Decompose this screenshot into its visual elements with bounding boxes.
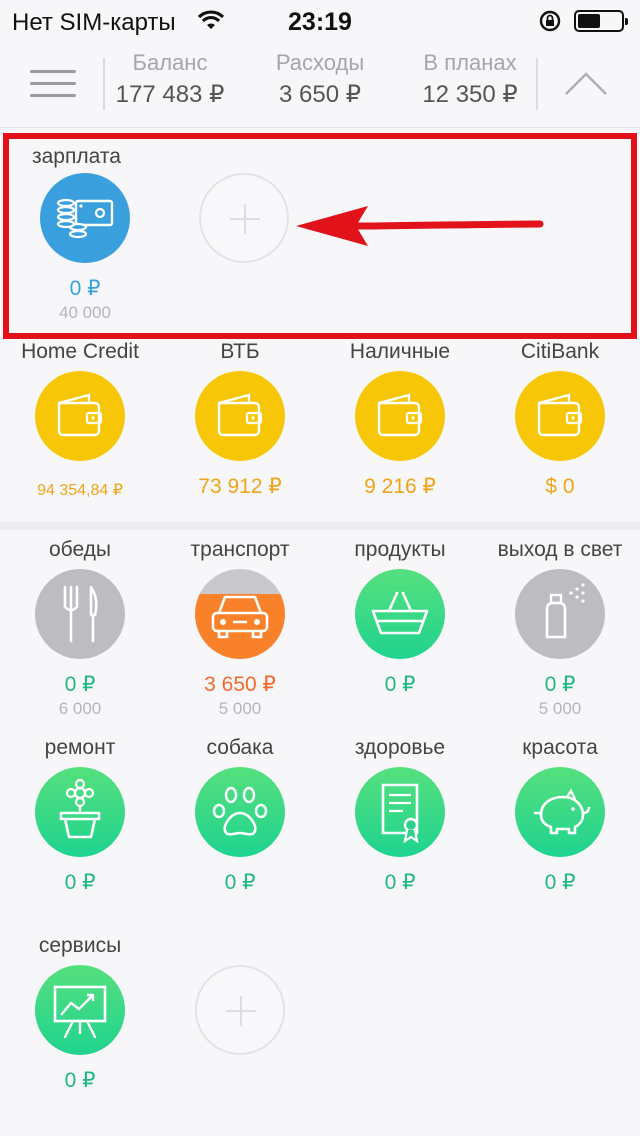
account-amount: 73 912 ₽ (198, 475, 282, 498)
category-item[interactable]: продукты 0 ₽ (320, 535, 480, 697)
account-name: ВТБ (220, 340, 260, 363)
orientation-lock-icon (538, 9, 562, 38)
category-amount: 3 650 ₽ (204, 673, 276, 696)
category-name: собака (206, 736, 274, 759)
category-name: транспорт (190, 538, 290, 561)
category-circle[interactable] (515, 767, 605, 857)
section-divider (0, 522, 640, 530)
wallet-icon (57, 393, 103, 437)
plus-icon[interactable] (195, 965, 285, 1055)
category-circle[interactable] (35, 569, 125, 659)
planned-stat[interactable]: В планах 12 350 ₽ (400, 50, 540, 109)
category-item[interactable]: сервисы 0 ₽ (0, 931, 160, 1093)
menu-button[interactable] (30, 68, 76, 100)
chevron-up-icon[interactable] (562, 70, 610, 103)
category-item[interactable]: выход в свет 0 ₽ 5 000 (480, 535, 640, 719)
category-circle[interactable] (355, 767, 445, 857)
category-name: продукты (354, 538, 446, 561)
category-name: здоровье (354, 736, 446, 759)
account-item[interactable]: Home Credit 94 354,84 ₽ (0, 337, 160, 503)
category-item[interactable]: здоровье 0 ₽ (320, 733, 480, 895)
perfume-icon (545, 583, 585, 639)
paw-icon (212, 786, 268, 836)
account-circle[interactable] (35, 371, 125, 461)
category-amount: 0 ₽ (64, 673, 96, 696)
category-item[interactable]: собака 0 ₽ (160, 733, 320, 895)
category-amount: 0 ₽ (544, 673, 576, 696)
category-name: красота (522, 736, 598, 759)
account-circle[interactable] (195, 371, 285, 461)
account-item[interactable]: ВТБ 73 912 ₽ (160, 337, 320, 499)
balance-stat[interactable]: Баланс 177 483 ₽ (100, 50, 240, 109)
income-group-label: зарплата (32, 145, 121, 168)
account-circle[interactable] (515, 371, 605, 461)
category-amount: 0 ₽ (384, 673, 416, 696)
category-name: обеды (48, 538, 112, 561)
category-item[interactable]: ремонт 0 ₽ (0, 733, 160, 895)
piggy-bank-icon (533, 788, 591, 835)
balance-label: Баланс (132, 50, 208, 75)
planned-label: В планах (423, 50, 517, 75)
category-amount: 0 ₽ (384, 871, 416, 894)
plus-icon[interactable] (199, 173, 289, 263)
category-circle[interactable] (195, 767, 285, 857)
account-circle[interactable] (355, 371, 445, 461)
fork-knife-icon (63, 585, 98, 643)
basket-icon (371, 591, 429, 635)
category-name: сервисы (38, 934, 122, 957)
account-name: CitiBank (520, 340, 600, 363)
category-plan: 6 000 (58, 699, 102, 718)
status-bar: Нет SIM-карты 23:19 (0, 0, 640, 40)
account-name: Наличные (349, 340, 451, 363)
category-plan: 5 000 (218, 699, 262, 718)
coins-banknote-icon (56, 198, 114, 239)
category-circle[interactable] (515, 569, 605, 659)
category-amount: 0 ₽ (64, 1069, 96, 1092)
account-amount: 94 354,84 ₽ (37, 482, 123, 499)
category-circle[interactable] (195, 569, 285, 659)
expenses-label: Расходы (275, 50, 365, 75)
expenses-stat[interactable]: Расходы 3 650 ₽ (250, 50, 390, 109)
account-item[interactable]: Наличные 9 216 ₽ (320, 337, 480, 499)
category-amount: 0 ₽ (224, 871, 256, 894)
income-amount: 0 ₽ (69, 277, 101, 300)
income-plan: 40 000 (59, 303, 111, 322)
account-amount: $ 0 (545, 475, 575, 498)
account-item[interactable]: CitiBank $ 0 (480, 337, 640, 499)
planned-value: 12 350 ₽ (422, 81, 518, 108)
annotation-arrow-icon (290, 198, 544, 259)
account-name: Home Credit (21, 340, 139, 363)
category-item[interactable]: обеды 0 ₽ 6 000 (0, 535, 160, 719)
wallet-icon (217, 393, 263, 437)
chart-board-icon (53, 985, 107, 1039)
add-category-item[interactable] (160, 965, 320, 1055)
expenses-value: 3 650 ₽ (279, 81, 361, 108)
header-divider (536, 58, 538, 110)
category-circle[interactable] (355, 569, 445, 659)
income-item-salary[interactable]: 0 ₽ 40 000 (5, 173, 165, 323)
wallet-icon (377, 393, 423, 437)
category-amount: 0 ₽ (64, 871, 96, 894)
certificate-icon (381, 783, 419, 844)
category-item[interactable]: красота 0 ₽ (480, 733, 640, 895)
category-plan: 5 000 (538, 699, 582, 718)
income-circle[interactable] (40, 173, 130, 263)
wallet-icon (537, 393, 583, 437)
category-circle[interactable] (35, 965, 125, 1055)
category-circle[interactable] (35, 767, 125, 857)
balance-value: 177 483 ₽ (115, 81, 225, 108)
category-name: выход в свет (497, 538, 623, 561)
car-icon (211, 595, 269, 639)
account-amount: 9 216 ₽ (364, 475, 436, 498)
battery-icon (574, 10, 628, 32)
category-name: ремонт (44, 736, 116, 759)
category-amount: 0 ₽ (544, 871, 576, 894)
category-item[interactable]: транспорт 3 650 ₽ 5 000 (160, 535, 320, 719)
summary-header: Баланс 177 483 ₽ Расходы 3 650 ₽ В плана… (0, 40, 640, 128)
flower-pot-icon (59, 778, 101, 839)
